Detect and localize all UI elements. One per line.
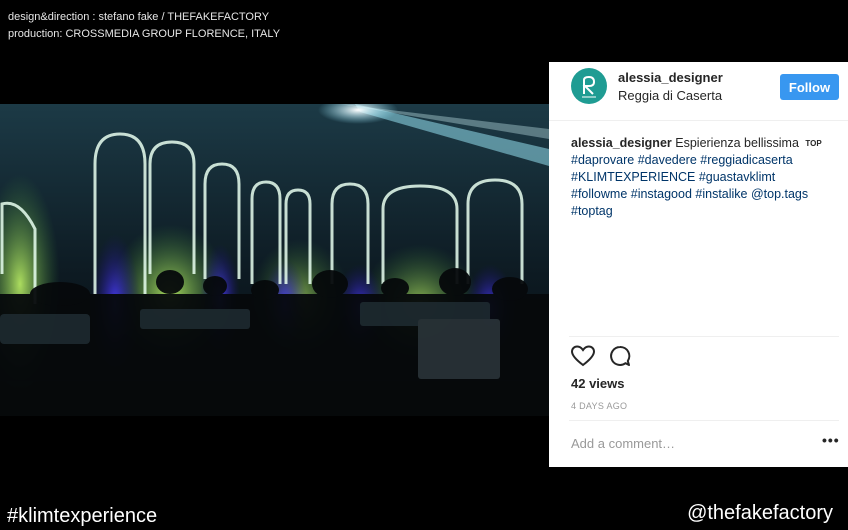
caption-hashtags-line3[interactable]: #followme #instagood #instalike @top.tag…: [571, 187, 808, 201]
footer-handle: @thefakefactory: [687, 502, 833, 524]
divider: [569, 336, 839, 337]
credits: design&direction : stefano fake / THEFAK…: [8, 9, 280, 43]
caption-text: Espierienza bellissima: [675, 136, 799, 150]
video-frame-image: [0, 104, 549, 416]
comment-bubble-icon[interactable]: [609, 345, 631, 367]
heart-icon[interactable]: [571, 345, 595, 367]
credits-line-direction: design&direction : stefano fake / THEFAK…: [8, 11, 270, 23]
instagram-post-panel: alessia_designer Reggia di Caserta Follo…: [549, 62, 848, 467]
post-username[interactable]: alessia_designer: [618, 70, 723, 85]
post-caption: alessia_designer Espierienza bellissima …: [571, 135, 841, 220]
top-emoji-icon: TOP: [805, 139, 822, 149]
follow-button[interactable]: Follow: [780, 74, 839, 100]
video-player[interactable]: [0, 104, 549, 416]
more-options-icon[interactable]: •••: [822, 432, 840, 448]
post-header: alessia_designer Reggia di Caserta Follo…: [549, 62, 848, 121]
caption-hashtags-line1[interactable]: #daprovare #davedere #reggiadicaserta: [571, 153, 793, 167]
caption-username[interactable]: alessia_designer: [571, 136, 672, 150]
post-location[interactable]: Reggia di Caserta: [618, 88, 722, 103]
add-comment-input[interactable]: Add a comment…: [571, 436, 675, 451]
credits-line-production: production: CROSSMEDIA GROUP FLORENCE, I…: [8, 28, 281, 40]
divider: [569, 420, 839, 421]
footer-hashtag: #klimtexperience: [7, 505, 158, 527]
caption-hashtags-line2[interactable]: #KLIMTEXPERIENCE #guastavklimt: [571, 170, 775, 184]
avatar-logo-icon: [582, 75, 596, 98]
post-timestamp: 4 DAYS AGO: [571, 401, 628, 411]
views-count[interactable]: 42 views: [571, 376, 625, 391]
avatar[interactable]: [571, 68, 607, 104]
caption-hashtags-line4[interactable]: #toptag: [571, 204, 613, 218]
